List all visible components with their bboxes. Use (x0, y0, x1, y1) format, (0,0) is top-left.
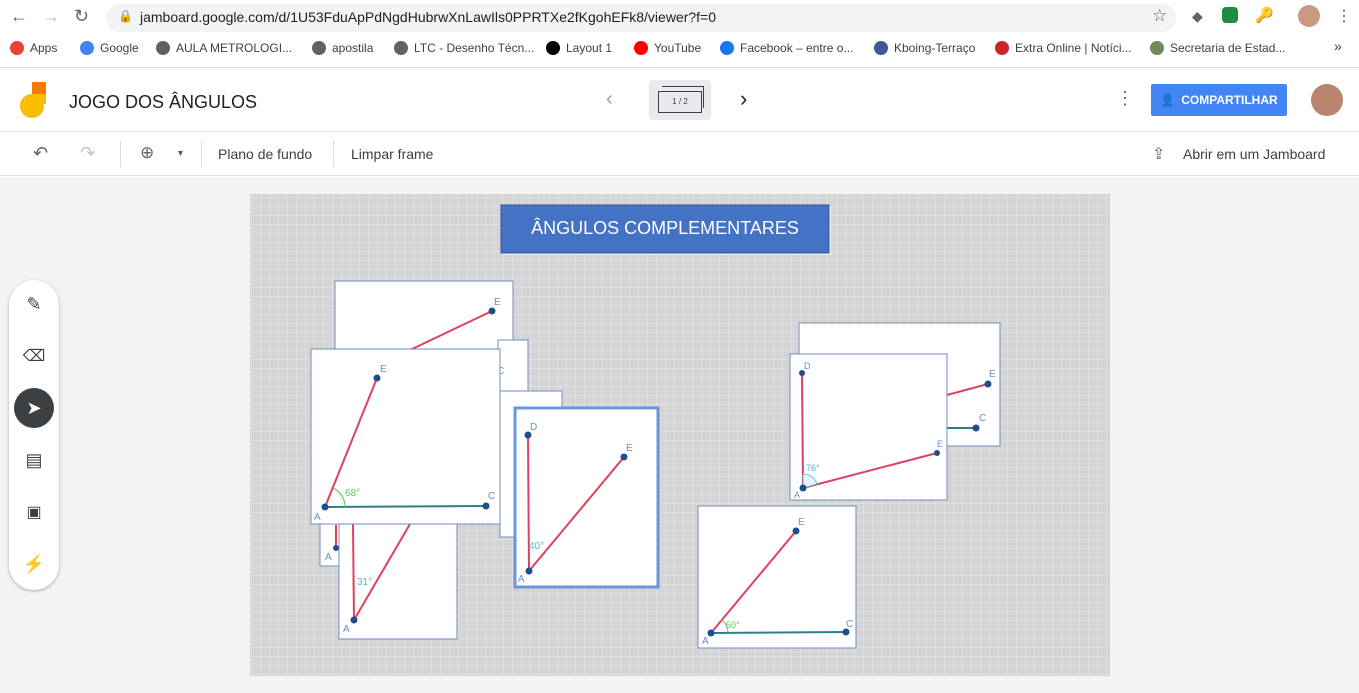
svg-text:E: E (798, 517, 805, 528)
angle-label: 68° (345, 488, 360, 499)
selected-sticky-image-card[interactable] (513, 406, 660, 589)
svg-text:A: A (518, 574, 525, 585)
svg-text:A: A (325, 552, 332, 563)
board-title: ÂNGULOS COMPLEMENTARES (531, 218, 799, 238)
sticky-image-card[interactable] (697, 505, 857, 649)
svg-text:A: A (702, 636, 709, 647)
tool-palette: ✎ ⌫ ➤ ▤ ▣ ⚡ (9, 280, 59, 590)
svg-text:C: C (488, 491, 495, 502)
svg-text:E: E (626, 443, 633, 454)
svg-text:C: C (979, 413, 986, 424)
svg-text:A: A (343, 624, 350, 635)
sticky-note-icon[interactable]: ▤ (14, 440, 54, 480)
pen-icon[interactable]: ✎ (14, 284, 54, 324)
image-icon[interactable]: ▣ (14, 492, 54, 532)
laser-icon[interactable]: ⚡ (14, 544, 54, 584)
select-pointer-icon[interactable]: ➤ (14, 388, 54, 428)
eraser-icon[interactable]: ⌫ (14, 336, 54, 376)
board-canvas[interactable]: ÂNGULOS COMPLEMENTARES E C A 31° A E C A… (0, 0, 1359, 693)
angle-label: 50° (726, 620, 740, 630)
angle-label: 31° (357, 577, 372, 588)
angle-label: 76° (806, 463, 820, 473)
svg-text:E: E (989, 369, 996, 380)
svg-text:D: D (804, 361, 811, 371)
svg-text:D: D (530, 422, 537, 433)
svg-text:E: E (494, 297, 501, 308)
svg-text:A: A (794, 490, 800, 500)
svg-text:A: A (314, 512, 321, 523)
svg-text:E: E (380, 364, 387, 375)
svg-text:E: E (937, 439, 943, 449)
angle-label: 40° (529, 541, 544, 552)
svg-text:C: C (846, 619, 853, 630)
